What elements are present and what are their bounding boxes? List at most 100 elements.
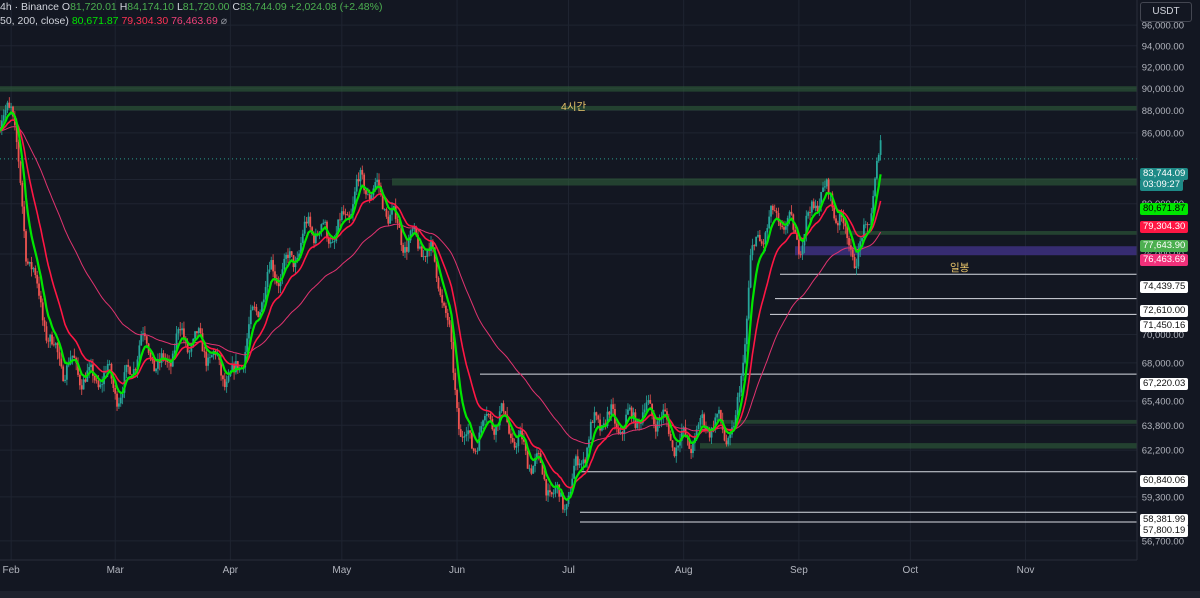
candle-body bbox=[262, 299, 265, 303]
candle-body bbox=[602, 423, 605, 426]
candle-body bbox=[537, 453, 540, 455]
candle-body bbox=[424, 256, 427, 258]
candle-body bbox=[608, 411, 611, 415]
candle-body bbox=[58, 352, 61, 359]
candle-body bbox=[93, 375, 96, 381]
candle-body bbox=[861, 237, 863, 242]
candle-body bbox=[125, 364, 128, 373]
open-value: 81,720.01 bbox=[70, 1, 117, 13]
candle-body bbox=[573, 465, 575, 479]
candle-body bbox=[268, 269, 271, 272]
candle-body bbox=[290, 251, 293, 256]
candle-body bbox=[30, 262, 33, 270]
candle-body bbox=[64, 379, 66, 382]
candle-body bbox=[25, 231, 27, 262]
candle-body bbox=[719, 410, 722, 421]
indicator-header[interactable]: 50, 200, close) 80,671.87 79,304.30 76,4… bbox=[0, 15, 227, 27]
candle-body bbox=[248, 324, 250, 339]
candle-body bbox=[411, 229, 414, 231]
candle-body bbox=[823, 186, 826, 188]
close-label: C bbox=[232, 1, 241, 13]
candle-body bbox=[487, 414, 490, 415]
zone-label-4h: 4시간 bbox=[561, 101, 587, 113]
candle-body bbox=[437, 277, 440, 289]
candle-body bbox=[619, 432, 622, 434]
candle-body bbox=[441, 295, 444, 303]
candle-body bbox=[760, 241, 763, 244]
candle-body bbox=[768, 216, 771, 229]
candle-body bbox=[595, 412, 598, 416]
candle-body bbox=[797, 239, 800, 255]
candle-body bbox=[745, 318, 748, 345]
currency-button[interactable]: USDT bbox=[1140, 2, 1192, 22]
candle-body bbox=[181, 328, 183, 331]
candle-body bbox=[108, 363, 111, 365]
y-tick-label: 63,800.00 bbox=[1142, 421, 1184, 432]
candle-body bbox=[179, 329, 182, 331]
candle-body bbox=[32, 268, 35, 270]
candle-body bbox=[472, 448, 475, 451]
candle-body bbox=[361, 169, 364, 175]
candle-body bbox=[474, 450, 477, 452]
candle-body bbox=[28, 262, 31, 264]
candle-body bbox=[196, 331, 198, 334]
candle-body bbox=[188, 351, 191, 353]
candle-body bbox=[502, 403, 505, 412]
candle-body bbox=[844, 223, 847, 227]
candle-body bbox=[463, 436, 466, 438]
candle-body bbox=[766, 228, 769, 233]
candle-body bbox=[515, 446, 518, 448]
candle-body bbox=[645, 402, 648, 410]
candle-body bbox=[23, 206, 26, 232]
candle-body bbox=[405, 247, 408, 252]
x-tick-label: Jul bbox=[562, 565, 575, 576]
candle-body bbox=[283, 258, 286, 270]
candle-body bbox=[183, 328, 185, 339]
ma-mid-value: 79,304.30 bbox=[121, 15, 169, 27]
candle-body bbox=[420, 246, 423, 258]
candle-body bbox=[368, 194, 371, 200]
candle-body bbox=[287, 254, 289, 258]
hidden-eye-icon[interactable]: ⌀ bbox=[221, 15, 227, 27]
close-value: 83,744.09 bbox=[240, 1, 287, 13]
candle-body bbox=[331, 241, 334, 243]
candle-body bbox=[576, 456, 579, 466]
candle-body bbox=[222, 375, 224, 380]
candle-body bbox=[422, 256, 425, 258]
candle-body bbox=[816, 205, 819, 212]
candle-body bbox=[257, 311, 260, 318]
y-tick-label: 56,700.00 bbox=[1142, 536, 1184, 547]
x-tick-label: Mar bbox=[107, 565, 125, 576]
candle-body bbox=[807, 212, 810, 216]
price-chart[interactable]: 96,000.00 94,000.00 92,000.00 90,000.00 88,0… bbox=[0, 0, 1200, 598]
zone-box bbox=[392, 178, 1137, 186]
candle-body bbox=[718, 410, 720, 414]
candle-body bbox=[116, 393, 118, 407]
candle-body bbox=[396, 219, 399, 224]
candle-body bbox=[593, 412, 596, 423]
candle-body bbox=[671, 440, 674, 448]
candle-body bbox=[327, 238, 330, 244]
candle-body bbox=[38, 283, 40, 296]
candle-body bbox=[545, 479, 548, 496]
candle-body bbox=[489, 414, 492, 420]
candle-body bbox=[404, 247, 406, 253]
ma-slow-value: 76,463.69 bbox=[171, 15, 218, 27]
candle-body bbox=[470, 432, 473, 449]
candle-body bbox=[879, 140, 882, 155]
candle-body bbox=[322, 222, 325, 225]
candle-body bbox=[849, 245, 852, 250]
candle-body bbox=[80, 385, 83, 390]
candle-body bbox=[19, 161, 22, 183]
candle-body bbox=[457, 408, 460, 430]
candle-body bbox=[387, 216, 390, 224]
candle-body bbox=[485, 414, 488, 416]
candle-body bbox=[95, 380, 98, 382]
level-price-label: 60,840.06 bbox=[1140, 475, 1189, 487]
candle-body bbox=[528, 468, 531, 470]
candle-body bbox=[597, 415, 600, 420]
candle-body bbox=[742, 362, 745, 376]
candle-body bbox=[589, 421, 592, 440]
candle-body bbox=[827, 179, 830, 195]
high-value: 84,174.10 bbox=[127, 1, 175, 13]
